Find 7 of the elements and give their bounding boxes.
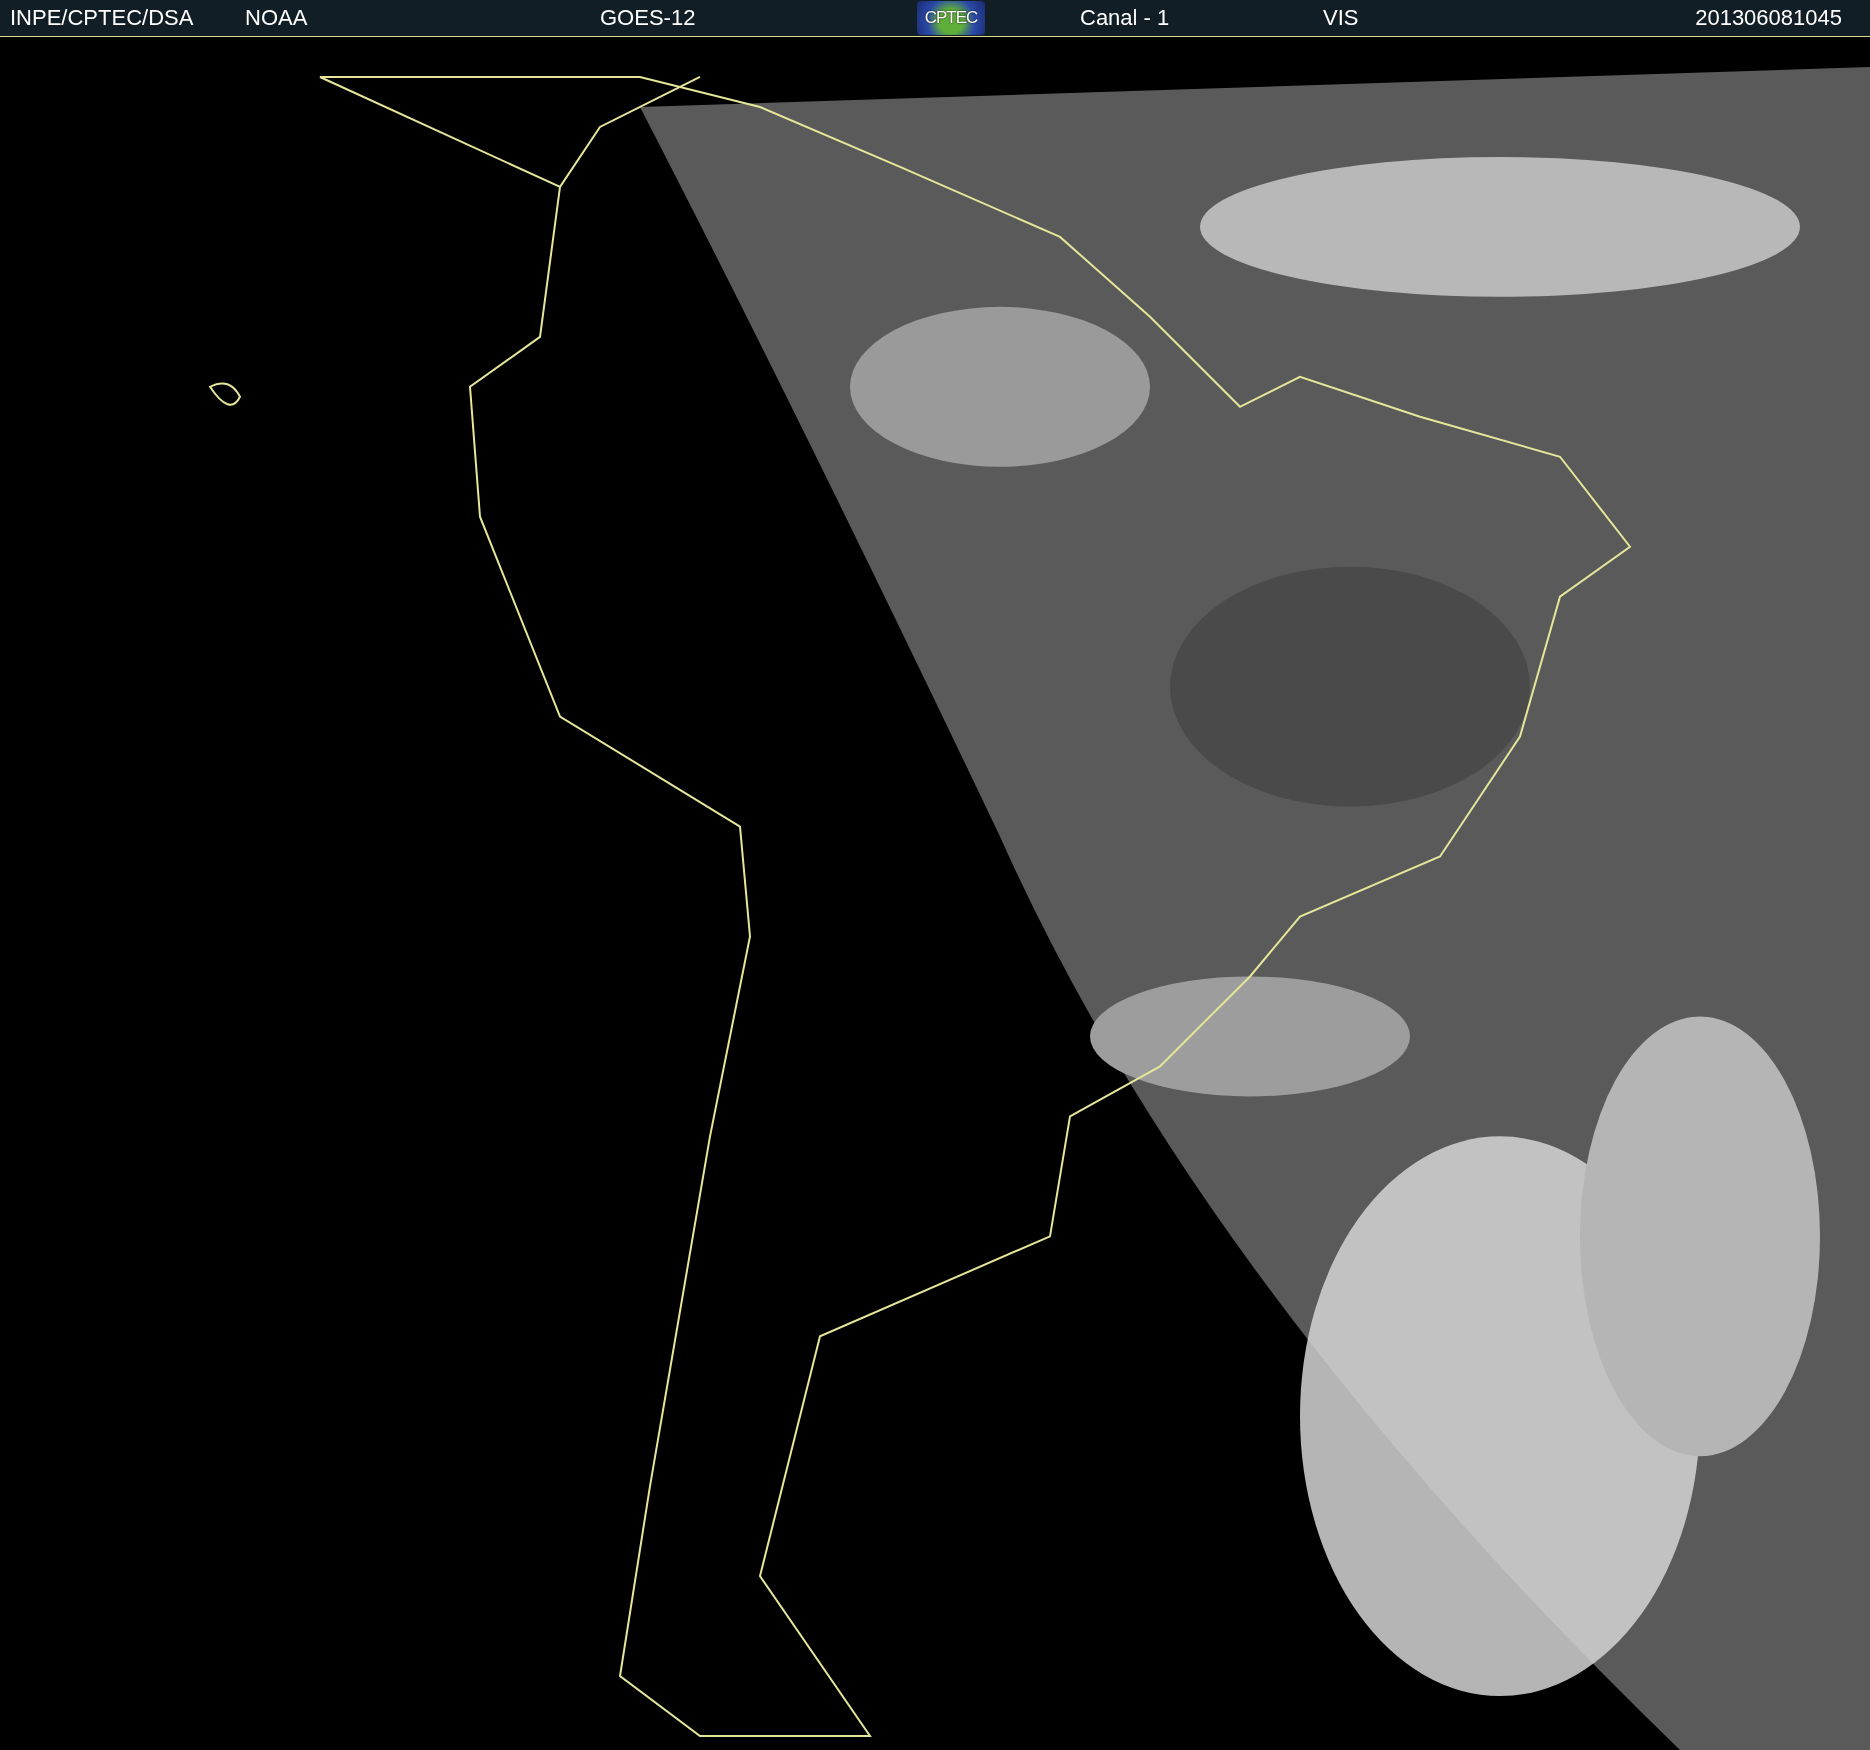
timestamp-label: 201306081045 (1695, 5, 1842, 31)
source-label: INPE/CPTEC/DSA (10, 5, 195, 31)
band-label: VIS (1323, 5, 1360, 31)
satellite-label: GOES-12 (600, 5, 697, 31)
logo: CPTEC (917, 1, 985, 35)
agency-label: NOAA (245, 5, 309, 31)
channel-label: Canal - 1 (1080, 5, 1171, 31)
